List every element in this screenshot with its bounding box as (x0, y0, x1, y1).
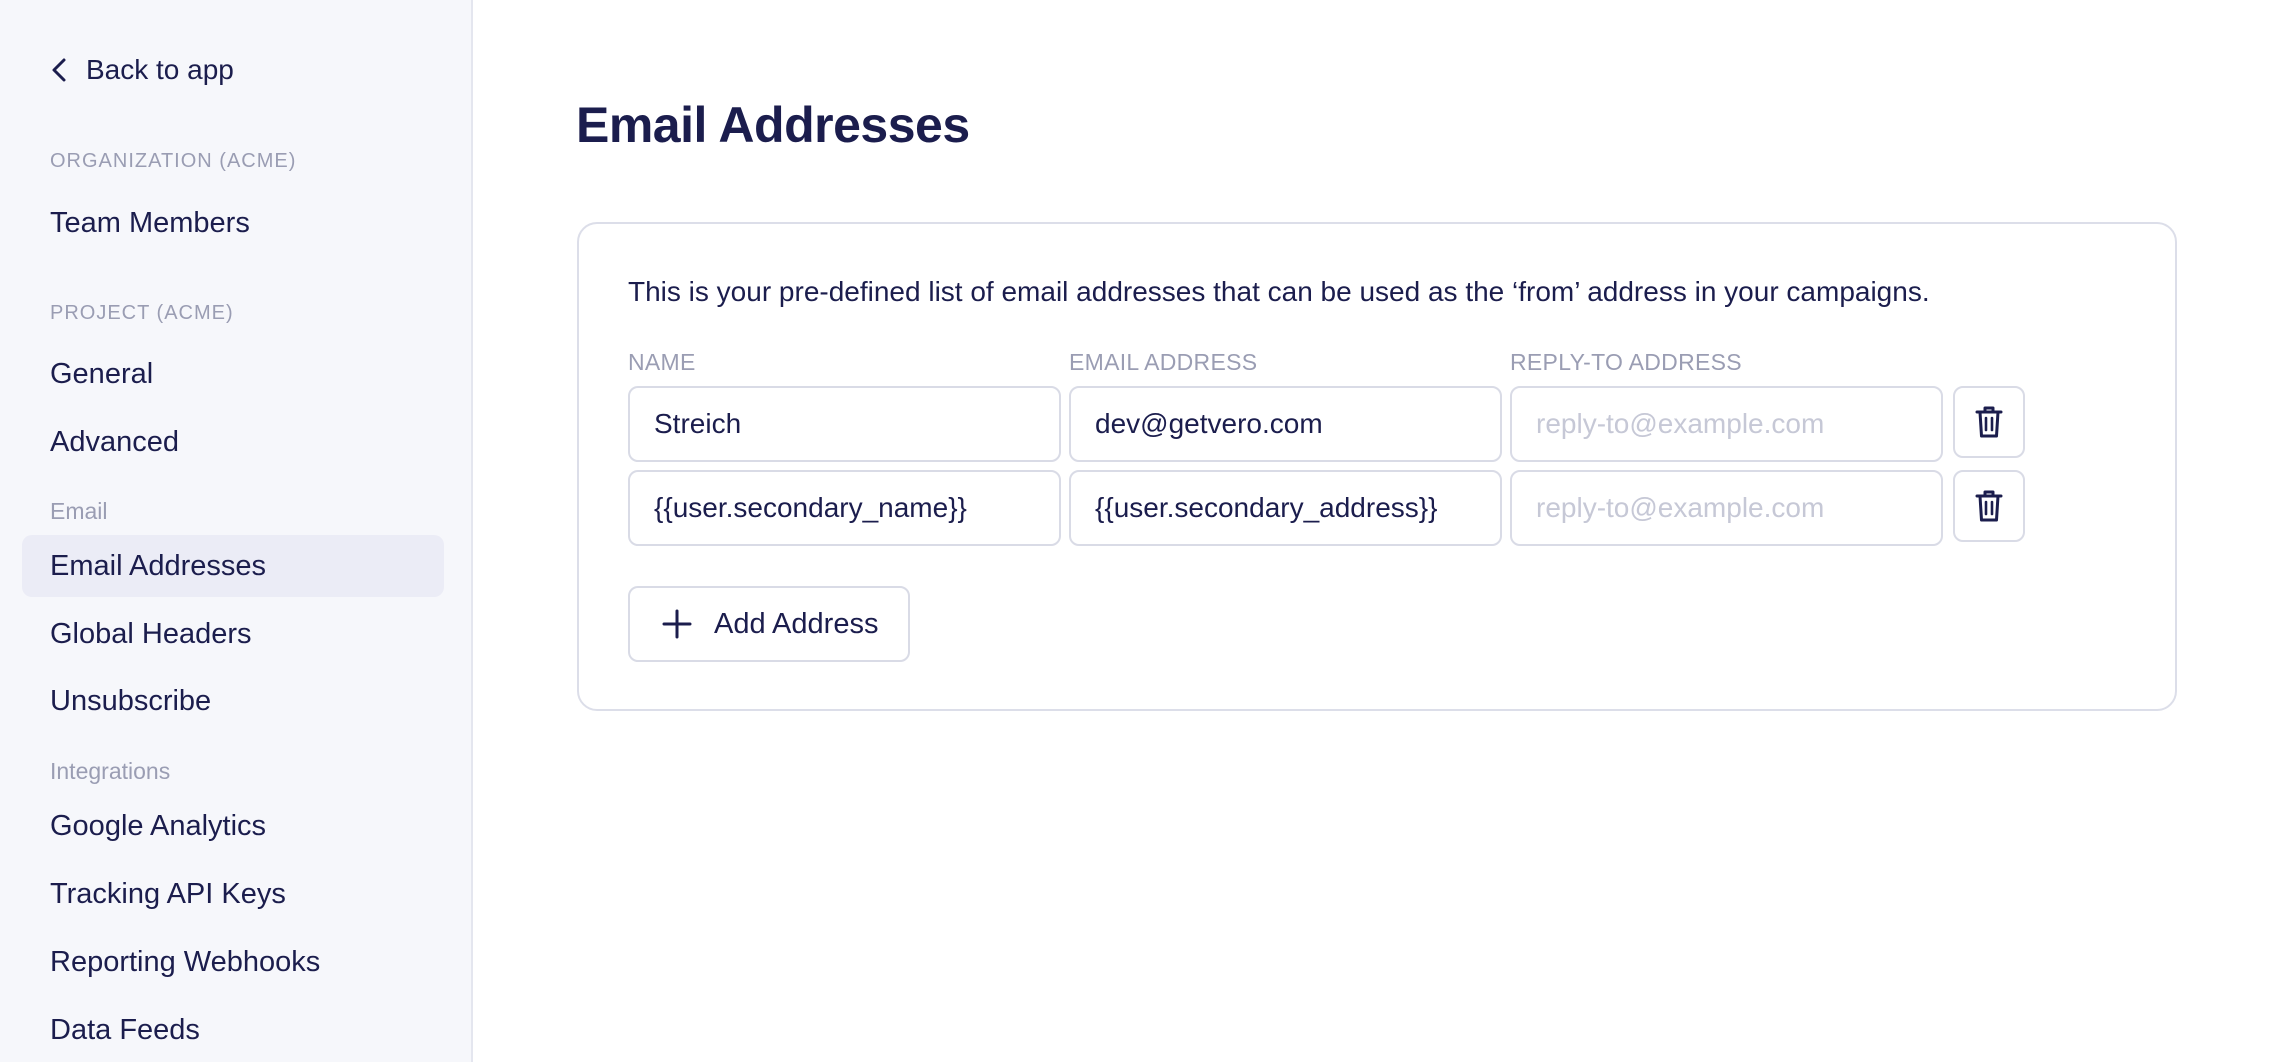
back-to-app-link[interactable]: Back to app (50, 50, 234, 90)
page-title: Email Addresses (576, 97, 970, 153)
plus-icon (662, 609, 692, 639)
sidebar-item-advanced[interactable]: Advanced (22, 411, 444, 473)
sidebar-item-data-feeds[interactable]: Data Feeds (22, 999, 444, 1061)
delete-address-button[interactable] (1953, 470, 2025, 542)
name-input[interactable] (628, 470, 1061, 546)
trash-icon (1975, 406, 2003, 438)
trash-icon (1975, 490, 2003, 522)
sidebar-item-reporting-webhooks[interactable]: Reporting Webhooks (22, 931, 444, 993)
column-header-reply-to: REPLY-TO ADDRESS (1510, 349, 1742, 375)
sidebar-item-google-analytics[interactable]: Google Analytics (22, 795, 444, 857)
sidebar-item-global-headers[interactable]: Global Headers (22, 603, 444, 665)
section-label-project: PROJECT (ACME) (50, 302, 234, 324)
reply-to-input[interactable] (1510, 386, 1943, 462)
sidebar-item-general[interactable]: General (22, 343, 444, 405)
reply-to-input[interactable] (1510, 470, 1943, 546)
email-addresses-card: This is your pre-defined list of email a… (577, 222, 2177, 711)
settings-sidebar: Back to app ORGANIZATION (ACME) Team Mem… (0, 0, 473, 1062)
sidebar-item-tracking-api-keys[interactable]: Tracking API Keys (22, 863, 444, 925)
email-input[interactable] (1069, 470, 1502, 546)
sidebar-item-team-members[interactable]: Team Members (22, 192, 444, 254)
section-label-integrations: Integrations (50, 758, 171, 784)
email-input[interactable] (1069, 386, 1502, 462)
column-header-name: NAME (628, 349, 696, 375)
main-content: Email Addresses This is your pre-defined… (475, 0, 2272, 1062)
section-label-organization: ORGANIZATION (ACME) (50, 150, 297, 172)
sidebar-item-email-addresses[interactable]: Email Addresses (22, 535, 444, 597)
card-description: This is your pre-defined list of email a… (628, 276, 1930, 307)
name-input[interactable] (628, 386, 1061, 462)
back-to-app-label: Back to app (86, 54, 234, 85)
add-address-button[interactable]: Add Address (628, 586, 910, 662)
add-address-label: Add Address (714, 607, 879, 640)
column-header-email: EMAIL ADDRESS (1069, 349, 1258, 375)
delete-address-button[interactable] (1953, 386, 2025, 458)
section-label-email: Email (50, 498, 108, 524)
chevron-left-icon (52, 58, 66, 82)
sidebar-item-unsubscribe[interactable]: Unsubscribe (22, 670, 444, 732)
